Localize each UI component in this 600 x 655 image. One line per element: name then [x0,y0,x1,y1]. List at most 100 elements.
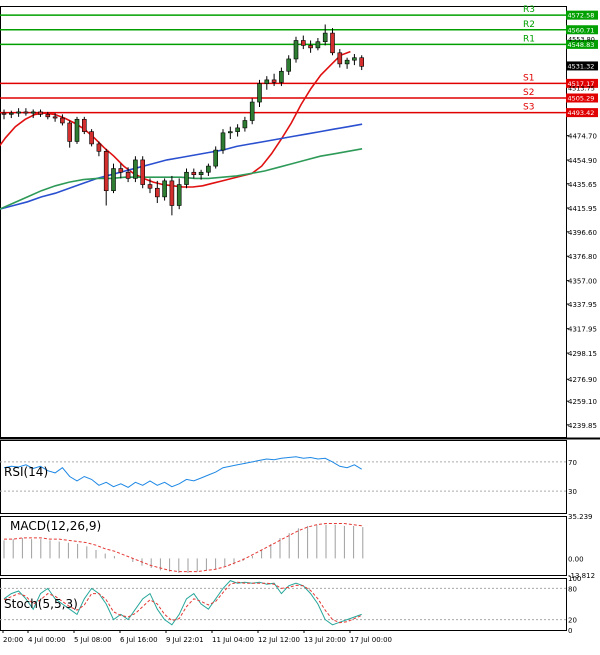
price-tick-label: 4317.95 [568,326,597,334]
price-tick-label: 4337.95 [568,301,597,309]
candle-down [191,171,197,176]
candle-down [337,52,343,65]
price-tick-label: 4435.65 [568,181,597,189]
candle-down [82,118,87,132]
candle-up [242,120,248,129]
candle-up [286,58,292,72]
candle-up [213,149,218,167]
candle-up [206,165,211,173]
level-value-label: 4572.58 [568,12,595,20]
candle-up [220,132,226,151]
candle-down [140,159,145,185]
price-extra-label: 4553.80 [568,35,595,43]
level-name-r3: R3 [523,5,535,15]
candle-up [16,111,21,114]
candle-up [264,79,270,84]
candle-down [38,111,43,115]
candle-down [147,184,153,189]
price-tick-label: 4357.00 [568,278,597,286]
level-value-label: 4560.71 [568,26,595,34]
price-tick-label: 4396.60 [568,229,597,237]
price-tick-label: 4259.10 [568,398,597,406]
stoch-tick-label: 20 [568,617,577,625]
candle-up [344,59,350,65]
candle-up [74,118,80,142]
candle-up [184,171,189,185]
time-tick-label: 6 Jul 16:00 [120,636,158,644]
level-name-s3: S3 [523,103,534,113]
rsi-tick-label: 70 [568,459,577,467]
level-name-r1: R1 [523,34,535,44]
price-tick-label: 4276.90 [568,376,597,384]
price-tick-label: 4415.95 [568,205,597,213]
level-name-s1: S1 [523,73,534,83]
panel-frame [0,578,567,631]
time-tick-label: 9 Jul 22:01 [166,636,204,644]
price-tick-label: 4454.90 [568,157,597,165]
candle-down [89,131,94,145]
chart-root: 4474.70 4454.90 4435.65 4415.95 4396.60 4376.… [0,0,600,651]
ma-fast-line [0,50,351,188]
time-tick-label: 20:00 [3,636,23,644]
candle-down [67,122,72,142]
chart-svg: 4474.70 4454.90 4435.65 4415.95 4396.60 4376.… [0,5,600,644]
level-value-label: 4493.42 [568,109,595,117]
price-extra-label: 4513.75 [568,85,595,93]
candle-up [315,41,321,49]
candle-down [169,180,175,206]
candle-down [330,32,335,54]
candle-up [235,127,240,132]
candle-up [176,184,182,206]
level-name-r2: R2 [523,20,535,30]
candle-up [133,159,138,179]
candle-down [96,143,102,152]
stoch-title: Stoch(5,5,3) [4,597,78,611]
time-tick-label: 12 Jul 12:00 [258,636,300,644]
time-tick-label: 5 Jul 08:00 [74,636,112,644]
candle-down [300,40,306,46]
candle-down [125,171,131,179]
candle-down [308,45,313,49]
price-tick-label: 4474.70 [568,133,597,141]
support-resistance-levels: R34572.58R24560.71R14548.83S14517.17S245… [0,5,598,118]
candle-down [118,168,124,173]
stoch-tick-label: 80 [568,585,577,593]
candle-down [60,117,65,124]
time-tick-label: 4 Jul 00:00 [28,636,66,644]
candle-up [9,112,14,115]
rsi-title: RSI(14) [4,465,48,479]
time-tick-label: 11 Jul 04:00 [212,636,254,644]
stoch-tick-label: 100 [568,575,581,583]
candle-down [23,111,29,114]
rsi-panel: 70 30 RSI(14) [0,456,577,496]
candle-down [155,187,160,198]
price-tick-label: 4376.80 [568,253,597,261]
stoch-panel: 100 80 20 0 Stoch(5,5,3) [0,575,581,635]
candle-up [322,32,328,43]
price-axis: 4474.70 4454.90 4435.65 4415.95 4396.60 4376.… [566,133,597,430]
candle-up [352,57,357,61]
candle-down [271,79,277,83]
candle-down [52,116,58,119]
time-axis: 20:00 4 Jul 00:00 5 Jul 08:00 6 Jul 16:00 9 … [2,630,392,644]
rsi-tick-label: 30 [568,488,577,496]
candle-up [257,83,262,103]
candle-down [103,151,109,192]
candle-down [45,114,51,118]
macd-panel: 35.2390.00-13.812MACD(12,26,9) [3,513,595,580]
time-tick-label: 13 Jul 20:00 [304,636,346,644]
macd-title: MACD(12,26,9) [10,519,101,533]
price-tick-label: 4239.85 [568,422,597,430]
panel-frames [0,6,600,631]
macd-tick-label: 0.00 [568,555,584,563]
candle-up [279,70,284,83]
macd-tick-label: 35.239 [568,513,593,521]
candle-up [162,180,167,198]
candle-up [30,111,36,114]
candle-up [228,131,233,134]
candle-up [111,168,116,192]
time-tick-label: 17 Jul 00:00 [350,636,392,644]
candle-up [293,40,299,60]
candle-up [249,101,255,121]
price-tick-label: 4298.15 [568,350,597,358]
